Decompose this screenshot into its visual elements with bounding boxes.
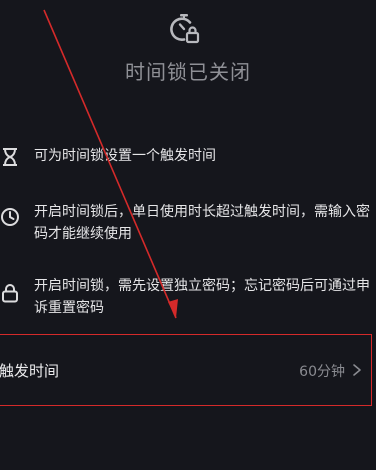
timer-lock-icon bbox=[170, 14, 200, 44]
info-item-trigger-hint: 可为时间锁设置一个触发时间 bbox=[0, 145, 376, 169]
info-text: 开启时间锁后，单日使用时长超过触发时间，需输入密码才能继续使用 bbox=[34, 204, 370, 242]
hourglass-icon bbox=[3, 148, 17, 166]
clock-icon bbox=[1, 208, 19, 226]
info-item-usage-limit: 开启时间锁后，单日使用时长超过触发时间，需输入密码才能继续使用 bbox=[0, 201, 376, 247]
info-text: 可为时间锁设置一个触发时间 bbox=[34, 148, 216, 164]
chevron-right-icon bbox=[353, 364, 361, 376]
trigger-time-label: 触发时间 bbox=[0, 362, 60, 380]
info-text: 开启时间锁，需先设置独立密码；忘记密码后可通过申诉重置密码 bbox=[34, 278, 370, 316]
lock-icon bbox=[2, 284, 18, 303]
trigger-time-value: 60分钟 bbox=[299, 364, 345, 380]
info-item-password-note: 开启时间锁，需先设置独立密码；忘记密码后可通过申诉重置密码 bbox=[0, 275, 376, 321]
trigger-time-row[interactable]: 触发时间 60分钟 bbox=[0, 334, 372, 406]
page-title: 时间锁已关闭 bbox=[125, 60, 251, 84]
